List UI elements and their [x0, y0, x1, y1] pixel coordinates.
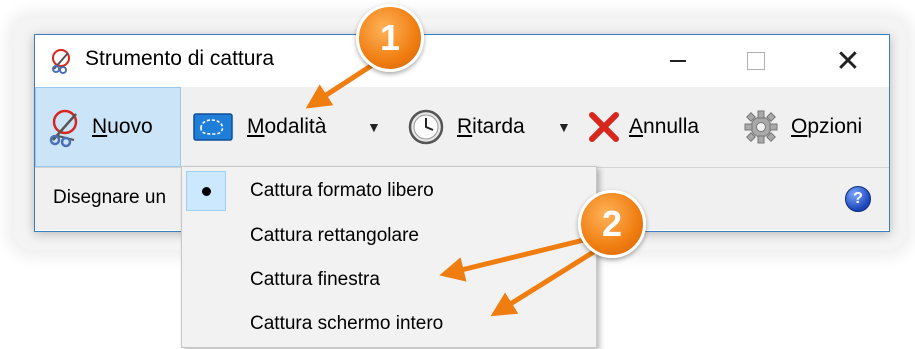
scissors-app-icon [52, 49, 70, 74]
status-text: Disegnare un [53, 187, 167, 208]
delay-label: Ritarda [457, 115, 525, 138]
delay-button[interactable]: Ritarda [407, 87, 525, 167]
menu-item-rectangular[interactable]: Cattura rettangolare [182, 214, 596, 258]
callout-badge-1: 1 [356, 4, 424, 72]
menu-item-full-screen[interactable]: Cattura schermo intero [182, 302, 596, 346]
mode-dropdown-arrow[interactable]: ▼ [367, 87, 381, 167]
menu-item-label: Cattura formato libero [250, 180, 434, 201]
menu-item-label: Cattura schermo intero [250, 313, 444, 334]
close-button[interactable]: ✕ [825, 39, 871, 83]
minimize-icon [670, 60, 686, 62]
mode-button[interactable]: Modalità [193, 87, 326, 167]
options-button[interactable]: Opzioni [743, 87, 862, 167]
menu-item-label: Cattura finestra [250, 269, 380, 290]
close-icon: ✕ [835, 44, 861, 78]
menu-item-selected-indicator [186, 171, 226, 211]
cancel-x-icon [589, 112, 619, 142]
radio-dot-icon [201, 186, 211, 196]
help-icon[interactable]: ? [845, 186, 871, 212]
window-title: Strumento di cattura [85, 47, 275, 70]
delay-dropdown-arrow[interactable]: ▼ [557, 87, 571, 167]
chevron-down-icon: ▼ [557, 119, 571, 135]
maximize-icon [747, 52, 765, 70]
clock-icon [408, 109, 444, 145]
new-snip-label: Nuovo [92, 115, 153, 138]
mode-icon [193, 113, 233, 141]
new-snip-button[interactable]: Nuovo [35, 87, 181, 167]
minimize-button[interactable] [655, 39, 701, 83]
menu-item-free-form[interactable]: Cattura formato libero [182, 169, 596, 213]
mode-label: Modalità [247, 115, 327, 138]
maximize-button[interactable] [733, 39, 779, 83]
callout-badge-2: 2 [578, 190, 646, 258]
mode-dropdown-menu: Cattura formato libero Cattura rettangol… [181, 166, 597, 348]
menu-item-label: Cattura rettangolare [250, 225, 419, 246]
gear-icon [744, 110, 778, 144]
toolbar: Nuovo Modalità ▼ Ritarda ▼ Annulla Opzio… [35, 87, 889, 168]
cancel-button[interactable]: Annulla [587, 87, 699, 167]
menu-item-window[interactable]: Cattura finestra [182, 258, 596, 302]
title-bar: Strumento di cattura ✕ [35, 35, 889, 87]
options-label: Opzioni [791, 115, 863, 138]
cancel-label: Annulla [629, 115, 700, 138]
chevron-down-icon: ▼ [367, 119, 381, 135]
new-snip-icon [49, 109, 78, 148]
